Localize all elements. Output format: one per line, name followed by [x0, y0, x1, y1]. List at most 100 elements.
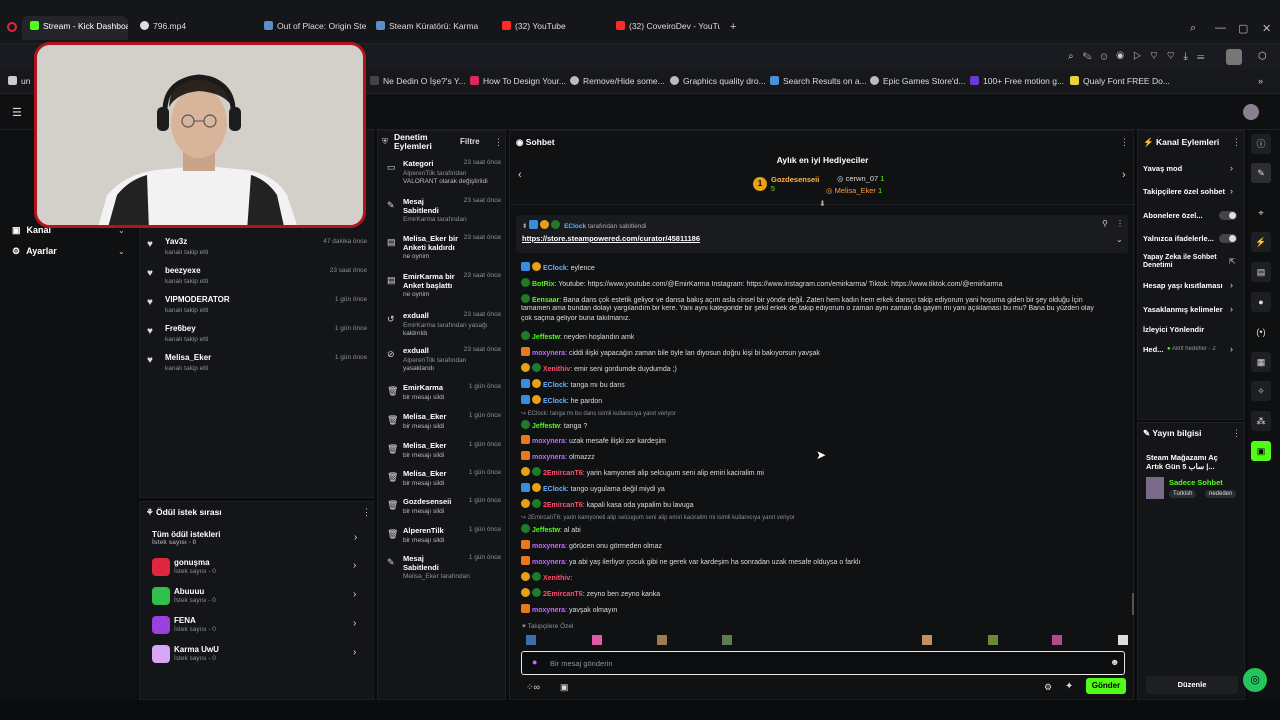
document-icon[interactable]: ▤ [1251, 262, 1271, 282]
goals[interactable]: Hed... [1143, 345, 1163, 354]
account-age[interactable]: Hesap yaşı kısıtlaması [1143, 281, 1223, 290]
more-options-icon[interactable]: ⋮ [1232, 428, 1241, 439]
chat-username[interactable]: moxynera [532, 454, 565, 461]
followers-only-chat[interactable]: Takipçilere özel sohbet [1143, 187, 1227, 196]
chat-username[interactable]: moxynera [532, 607, 565, 614]
chat-username[interactable]: EClock [543, 265, 567, 272]
chevron-right-icon[interactable]: › [1230, 163, 1233, 173]
chat-username[interactable]: Xenithiv [543, 366, 570, 373]
chat-input[interactable]: ● Bir mesaj gönderin ☻ [521, 651, 1125, 675]
reward-name[interactable]: FENA [174, 616, 196, 625]
emote-icon[interactable] [988, 635, 998, 645]
minimize-icon[interactable]: — [1215, 22, 1226, 34]
chat-username[interactable]: BotRix [532, 281, 555, 288]
chevron-down-icon[interactable]: ⌄ [1116, 235, 1123, 244]
chat-username[interactable]: EClock [543, 486, 567, 493]
emote-icon[interactable] [657, 635, 667, 645]
tab-kick-dashboard[interactable]: Stream - Kick Dashboard [22, 16, 128, 40]
reward-name[interactable]: gonuşma [174, 558, 210, 567]
bookmark-8[interactable]: Qualy Font FREE Do... [1070, 76, 1170, 86]
slow-mode[interactable]: Yavaş mod [1143, 164, 1182, 173]
more-options-icon[interactable]: ⋮ [1116, 219, 1124, 228]
menu-icon[interactable]: ☰ [12, 106, 22, 119]
calendar-icon[interactable]: ▦ [1251, 352, 1271, 372]
chat-username[interactable]: 2EmircanT6 [543, 502, 583, 509]
emote-icon[interactable] [922, 635, 932, 645]
send-button[interactable]: Gönder [1086, 678, 1126, 694]
store-icon[interactable]: ▣ [560, 682, 569, 693]
bookmarks-more-icon[interactable]: » [1258, 76, 1263, 86]
chevron-right-icon[interactable]: › [1230, 344, 1233, 354]
chat-username[interactable]: EClock [543, 398, 567, 405]
pinned-link[interactable]: https://store.steampowered.com/curator/4… [522, 234, 700, 243]
bookmark-3[interactable]: Remove/Hide some... [570, 76, 665, 86]
chevron-right-icon[interactable]: › [1122, 169, 1126, 181]
chevron-down-icon[interactable]: ⌄ [118, 247, 125, 256]
chat-username[interactable]: EClock [543, 382, 567, 389]
chat-username[interactable]: moxynera [532, 438, 565, 445]
reward-name[interactable]: Abuuuu [174, 587, 204, 596]
chat-bubble-icon[interactable]: ● [1251, 292, 1271, 312]
share-icon[interactable]: ⁂ [1251, 411, 1271, 431]
tab-steam-1[interactable]: Out of Place: Origin Steam [256, 16, 366, 40]
more-options-icon[interactable]: ⋮ [362, 507, 371, 518]
chat-username[interactable]: Jeffestw [532, 527, 560, 534]
pencil-icon[interactable]: ✎ [1251, 163, 1271, 183]
user-avatar[interactable] [1243, 104, 1259, 120]
emote-icon[interactable] [1118, 635, 1128, 645]
chat-username[interactable]: Jeffestw [532, 334, 560, 341]
support-chat-icon[interactable]: ◎ [1243, 668, 1267, 692]
new-tab-button[interactable]: + [730, 21, 736, 33]
filter-button[interactable]: Filtre [460, 137, 480, 146]
profile-avatar[interactable] [1226, 49, 1242, 65]
tab-steam-2[interactable]: Steam Küratörü: Karma St [368, 16, 480, 40]
edit-stream-button[interactable]: Düzenle [1146, 676, 1238, 694]
emoji-icon[interactable]: ☻ [1110, 657, 1119, 667]
emote-icon[interactable] [722, 635, 732, 645]
chat-tools-icon[interactable]: ⁘∞ [526, 682, 540, 693]
rewards-icon[interactable]: ✦ [1065, 681, 1073, 692]
more-options-icon[interactable]: ⋮ [1120, 137, 1129, 148]
browser-toolbar-icons[interactable]: ⌕✎⊙◉▷♡♡⤓☰ [1068, 51, 1213, 62]
chevron-right-icon[interactable]: › [1230, 186, 1233, 196]
bookmark-1[interactable]: Ne Dedin O İşe?'s Y... [370, 76, 466, 86]
wrench-icon[interactable]: ✧ [1251, 381, 1271, 401]
chat-username[interactable]: moxynera [532, 543, 565, 550]
crosshair-icon[interactable]: ⌖ [1251, 203, 1271, 223]
reward-name[interactable]: Karma UwU [174, 645, 219, 654]
tag-turkish[interactable]: Turkish [1169, 490, 1197, 498]
more-options-icon[interactable]: ⋮ [1232, 137, 1241, 148]
bookmark-4[interactable]: Graphics quality dro... [670, 76, 766, 86]
maximize-icon[interactable]: ▢ [1238, 22, 1248, 35]
tab-video[interactable]: 796.mp4 [132, 16, 242, 40]
emotes-only-toggle[interactable] [1219, 234, 1237, 243]
chevron-right-icon[interactable]: › [353, 647, 356, 658]
search-tabs-icon[interactable]: ⌕ [1190, 22, 1196, 35]
chat-username[interactable]: Xenithiv [543, 575, 570, 582]
bookmark-7[interactable]: 100+ Free motion g... [970, 76, 1064, 86]
bookmark-2[interactable]: How To Design Your... [470, 76, 566, 86]
chevron-right-icon[interactable]: › [353, 589, 356, 600]
save-icon[interactable]: ▣ [1251, 441, 1271, 461]
chat-username[interactable]: Eensaar [532, 297, 559, 304]
lightning-icon[interactable]: ⚡ [1251, 232, 1271, 252]
ai-moderation[interactable]: Yapay Zeka ile Sohbet Denetimi [1143, 254, 1227, 270]
chat-username[interactable]: 2EmircanT6 [543, 470, 583, 477]
extensions-icon[interactable]: ⬡ [1258, 51, 1267, 62]
chat-username[interactable]: moxynera [532, 350, 565, 357]
broadcast-icon[interactable]: (•) [1251, 322, 1271, 342]
chevron-right-icon[interactable]: › [1230, 280, 1233, 290]
emote-icon[interactable] [592, 635, 602, 645]
tab-youtube-2[interactable]: (32) CoveiroDev - YouTub [608, 16, 720, 40]
emote-icon[interactable] [526, 635, 536, 645]
bookmark-un[interactable]: un [8, 76, 30, 86]
nav-item-ayarlar[interactable]: ⚙ Ayarlar [12, 246, 57, 257]
bookmark-6[interactable]: Epic Games Store'd... [870, 76, 965, 86]
chat-username[interactable]: moxynera [532, 559, 565, 566]
emote-strip[interactable] [522, 635, 1128, 645]
subscribers-only-toggle[interactable] [1219, 211, 1237, 220]
chat-scrollbar[interactable] [1132, 593, 1134, 615]
chevron-right-icon[interactable]: › [353, 560, 356, 571]
banned-words[interactable]: Yasaklanmış kelimeler [1143, 305, 1223, 314]
collapse-icon[interactable]: ⇟ [819, 199, 826, 208]
